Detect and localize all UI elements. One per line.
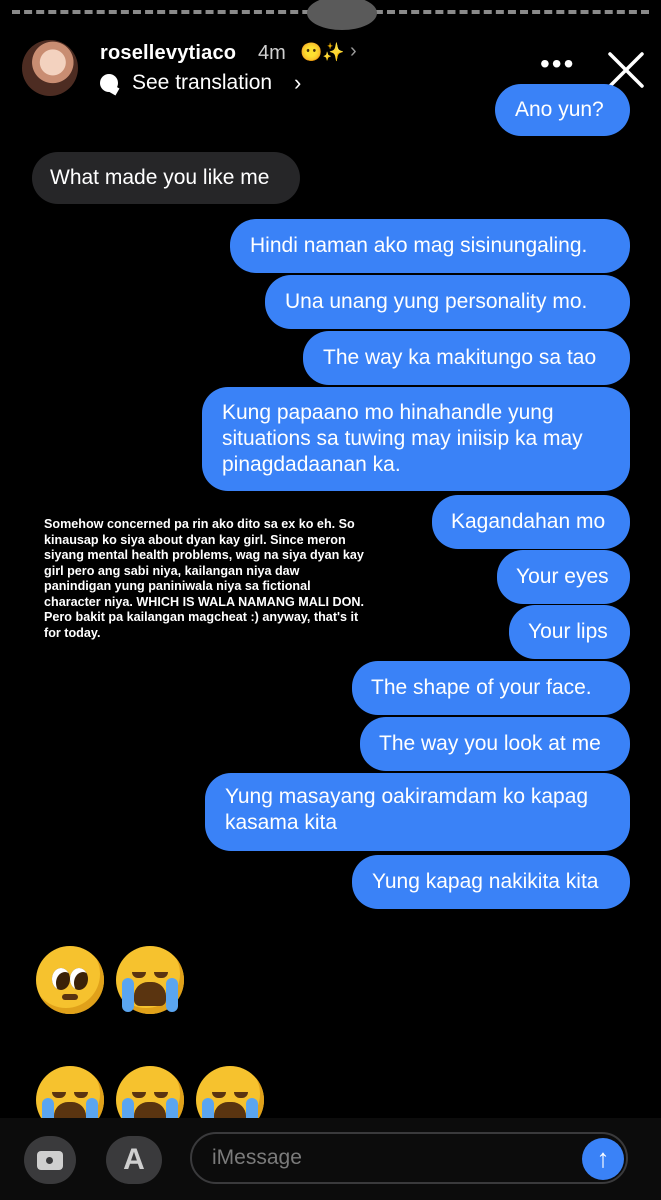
pleading-face-icon: [36, 946, 104, 1014]
imessage-input[interactable]: iMessage: [190, 1132, 628, 1184]
message-bubble-outgoing: The shape of your face.: [352, 661, 630, 715]
loudly-crying-face-icon: [116, 946, 184, 1014]
message-bubble-outgoing: The way you look at me: [360, 717, 630, 771]
chevron-right-icon[interactable]: ›: [294, 70, 301, 96]
message-bubble-outgoing: Your eyes: [497, 550, 630, 604]
app-store-icon[interactable]: A: [106, 1136, 162, 1184]
header-emojis: 😶✨: [300, 42, 345, 62]
story-caption: Somehow concerned pa rin ako dito sa ex …: [44, 517, 365, 640]
message-bubble-outgoing: Yung kapag nakikita kita: [352, 855, 630, 909]
message-input-bar: A iMessage ↑: [0, 1118, 661, 1200]
message-bubble-outgoing: Kung papaano mo hinahandle yung situatio…: [202, 387, 630, 491]
send-arrow-icon[interactable]: ↑: [582, 1138, 624, 1180]
translate-icon: [100, 74, 118, 92]
time-ago: 4m: [258, 42, 286, 64]
story-progress-bar: [12, 0, 649, 32]
message-bubble-incoming: What made you like me: [32, 152, 300, 204]
message-bubble-outgoing: Una unang yung personality mo.: [265, 275, 630, 329]
see-translation-link[interactable]: See translation: [132, 71, 272, 95]
message-bubble-outgoing: Kagandahan mo: [432, 495, 630, 549]
chevron-right-icon[interactable]: ›: [350, 40, 357, 63]
close-icon[interactable]: [606, 50, 646, 90]
imessage-placeholder: iMessage: [212, 1146, 302, 1169]
message-bubble-outgoing: Your lips: [509, 605, 630, 659]
message-bubble-outgoing: Hindi naman ako mag sisinungaling.: [230, 219, 630, 273]
more-horizontal-icon[interactable]: •••: [540, 50, 575, 78]
camera-icon[interactable]: [24, 1136, 76, 1184]
avatar[interactable]: [22, 40, 78, 96]
progress-knob: [307, 0, 377, 30]
message-bubble-outgoing: Yung masayang oakiramdam ko kapag kasama…: [205, 773, 630, 851]
username[interactable]: rosellevytiaco: [100, 42, 236, 65]
message-bubble-outgoing: The way ka makitungo sa tao: [303, 331, 630, 385]
message-bubble-outgoing: Ano yun?: [495, 84, 630, 136]
